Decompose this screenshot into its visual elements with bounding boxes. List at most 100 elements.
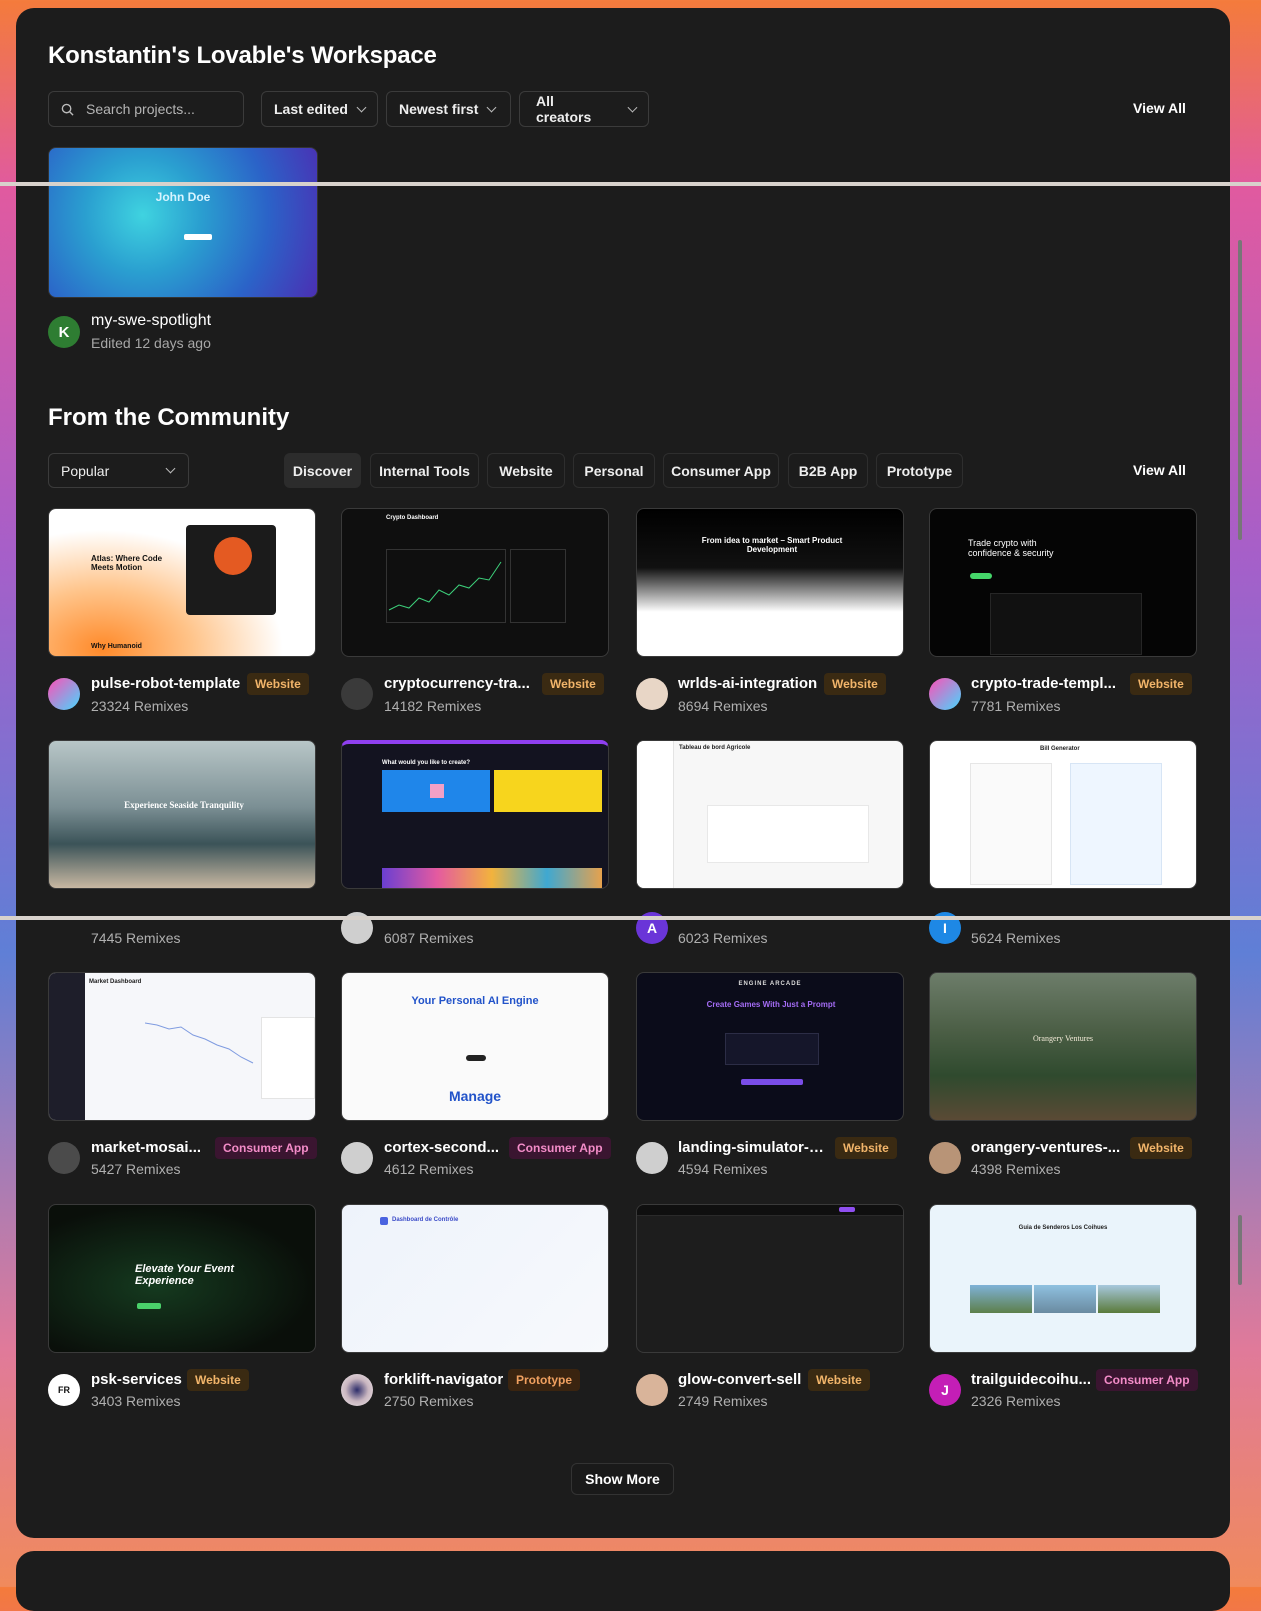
remix-count: 7781 Remixes: [971, 698, 1061, 714]
category-badge: Website: [1130, 673, 1192, 695]
remix-count: 5427 Remixes: [91, 1161, 181, 1177]
thumb-dashboard: [990, 593, 1142, 655]
project-thumbnail[interactable]: John Doe: [48, 147, 318, 298]
category-badge: Prototype: [508, 1369, 581, 1391]
thumb-heading: Bill Generator: [1040, 746, 1080, 752]
remix-count: 4612 Remixes: [384, 1161, 474, 1177]
thumb-tile-blue: [382, 770, 490, 812]
tab-personal[interactable]: Personal: [573, 453, 655, 488]
avatar: [341, 1142, 373, 1174]
card-title[interactable]: glow-convert-sell: [678, 1371, 801, 1388]
card-thumbnail[interactable]: Crypto Dashboard: [341, 508, 609, 657]
horizontal-scrollbar[interactable]: [0, 182, 1261, 186]
thumb-photo: [1098, 1285, 1160, 1313]
thumb-photo: [1034, 1285, 1096, 1313]
card-title[interactable]: landing-simulator-s...: [678, 1139, 828, 1156]
category-badge: Consumer App: [1096, 1369, 1198, 1391]
card-thumbnail[interactable]: Market Dashboard: [48, 972, 316, 1121]
card-thumbnail[interactable]: Trade crypto with confidence & security: [929, 508, 1197, 657]
newest-first-dropdown[interactable]: Newest first: [386, 91, 511, 127]
card-title[interactable]: forklift-navigator: [384, 1371, 503, 1388]
tab-b2b-app[interactable]: B2B App: [788, 453, 868, 488]
workspace-view-all-link[interactable]: View All: [1133, 100, 1186, 116]
thumb-button: [741, 1079, 803, 1085]
tab-discover[interactable]: Discover: [284, 453, 361, 488]
thumb-tile-yellow: [494, 770, 602, 812]
thumb-heading: Market Dashboard: [89, 979, 142, 985]
thumb-heading: Experience Seaside Tranquility: [124, 800, 244, 810]
card-title[interactable]: cortex-second...: [384, 1139, 499, 1156]
thumb-navbar: [637, 1205, 903, 1216]
card-title[interactable]: trailguidecoihu...: [971, 1371, 1091, 1388]
tab-prototype[interactable]: Prototype: [876, 453, 963, 488]
avatar: [636, 1374, 668, 1406]
all-creators-dropdown[interactable]: All creators: [519, 91, 649, 127]
thumb-subheading: Manage: [448, 1088, 502, 1104]
card-title[interactable]: wrlds-ai-integration: [678, 675, 817, 692]
card-thumbnail[interactable]: Dashboard de Contrôle: [341, 1204, 609, 1353]
thumb-gallery: [1070, 763, 1162, 885]
card-thumbnail[interactable]: Orangery Ventures: [929, 972, 1197, 1121]
thumb-heading: Dashboard de Contrôle: [392, 1217, 459, 1223]
avatar: [636, 678, 668, 710]
card-title[interactable]: crypto-trade-templ...: [971, 675, 1116, 692]
dropdown-label: Newest first: [399, 101, 479, 117]
thumb-button: [184, 234, 212, 240]
card-thumbnail[interactable]: Atlas: Where Code Meets Motion Why Human…: [48, 508, 316, 657]
card-thumbnail[interactable]: ENGINE ARCADE Create Games With Just a P…: [636, 972, 904, 1121]
card-title[interactable]: market-mosai...: [91, 1139, 201, 1156]
chevron-down-icon: [165, 463, 176, 474]
tab-website[interactable]: Website: [487, 453, 565, 488]
card-thumbnail[interactable]: Bill Generator: [929, 740, 1197, 889]
chevron-down-icon: [627, 102, 638, 112]
thumb-subheading: Create Games With Just a Prompt: [706, 1000, 836, 1009]
remix-count: 23324 Remixes: [91, 698, 189, 714]
thumb-logo: [380, 1217, 388, 1225]
category-badge: Website: [1130, 1137, 1192, 1159]
remix-count: 2750 Remixes: [384, 1393, 474, 1409]
thumb-heading: Elevate Your Event Experience: [135, 1263, 235, 1288]
category-badge: Website: [808, 1369, 870, 1391]
card-thumbnail[interactable]: Elevate Your Event Experience: [48, 1204, 316, 1353]
card-thumbnail[interactable]: From idea to market – Smart Product Deve…: [636, 508, 904, 657]
vertical-scrollbar[interactable]: [1238, 240, 1242, 540]
thumb-title: John Doe: [155, 190, 211, 204]
remix-count: 3403 Remixes: [91, 1393, 181, 1409]
thumb-heading: ENGINE ARCADE: [738, 981, 802, 987]
show-more-button[interactable]: Show More: [571, 1463, 674, 1495]
thumb-button: [466, 1055, 486, 1061]
project-name[interactable]: my-swe-spotlight: [91, 312, 211, 330]
thumb-prompt-box: [725, 1033, 819, 1065]
thumb-button: [970, 573, 992, 579]
card-thumbnail[interactable]: Experience Seaside Tranquility: [48, 740, 316, 889]
horizontal-scrollbar[interactable]: [0, 916, 1261, 920]
vertical-scrollbar[interactable]: [1238, 1215, 1242, 1285]
avatar: [636, 1142, 668, 1174]
search-field[interactable]: [48, 91, 244, 127]
card-thumbnail[interactable]: What would you like to create?: [341, 740, 609, 889]
card-thumbnail[interactable]: Tableau de bord Agricole: [636, 740, 904, 889]
thumb-heading: From idea to market – Smart Product Deve…: [701, 536, 843, 554]
card-thumbnail[interactable]: [636, 1204, 904, 1353]
thumb-chart: [386, 549, 506, 623]
last-edited-dropdown[interactable]: Last edited: [261, 91, 378, 127]
thumb-heading: Your Personal AI Engine: [411, 995, 539, 1007]
card-title[interactable]: cryptocurrency-tra...: [384, 675, 530, 692]
thumb-chart: [144, 1015, 257, 1075]
dropdown-label: Last edited: [274, 101, 348, 117]
sort-dropdown[interactable]: Popular: [48, 453, 189, 488]
card-title[interactable]: psk-services: [91, 1371, 182, 1388]
avatar: [48, 678, 80, 710]
community-title: From the Community: [48, 404, 290, 431]
search-input[interactable]: [84, 100, 238, 118]
remix-count: 4398 Remixes: [971, 1161, 1061, 1177]
card-title[interactable]: pulse-robot-template: [91, 675, 240, 692]
tab-consumer-app[interactable]: Consumer App: [663, 453, 779, 488]
tab-internal-tools[interactable]: Internal Tools: [370, 453, 479, 488]
community-view-all-link[interactable]: View All: [1133, 462, 1186, 478]
thumb-heading: Tableau de bord Agricole: [679, 745, 751, 751]
card-title[interactable]: orangery-ventures-...: [971, 1139, 1120, 1156]
card-thumbnail[interactable]: Guia de Senderos Los Coihues: [929, 1204, 1197, 1353]
remix-count: 5624 Remixes: [971, 930, 1061, 946]
card-thumbnail[interactable]: Your Personal AI Engine Manage: [341, 972, 609, 1121]
